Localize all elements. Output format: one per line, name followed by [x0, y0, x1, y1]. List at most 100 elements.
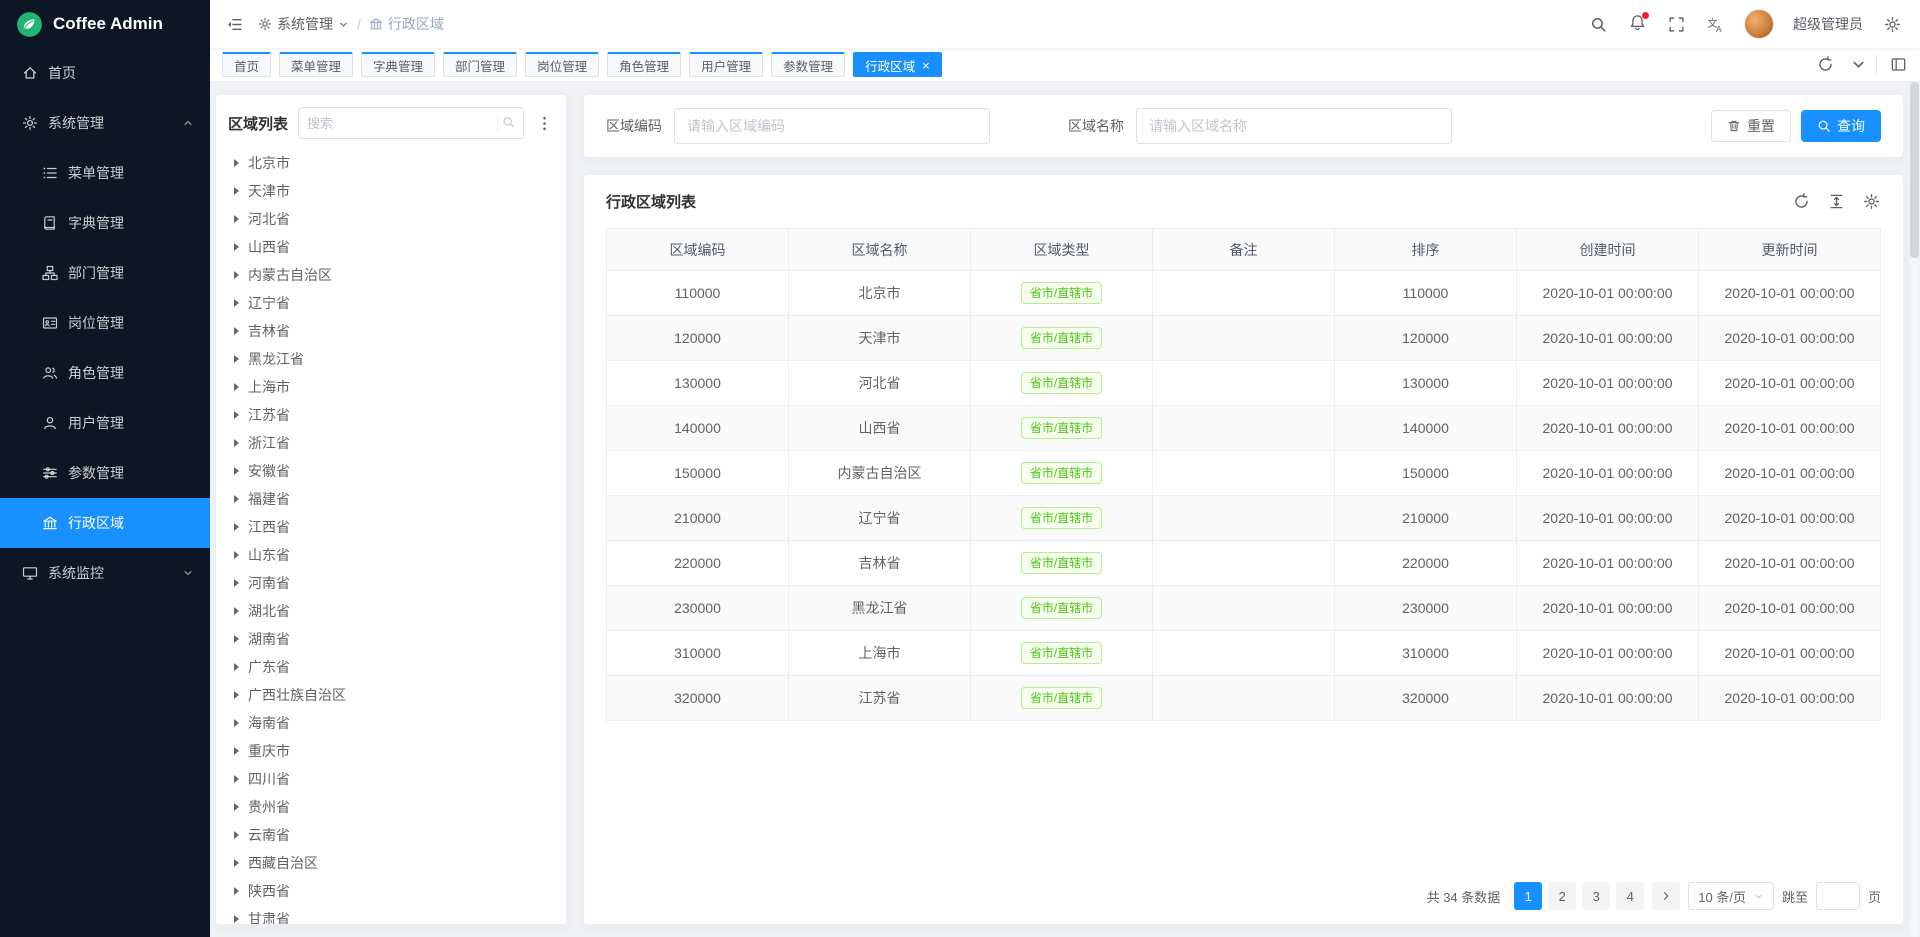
table-row[interactable]: 120000 天津市 省市/直辖市 120000 2020-10-01 00:0… [607, 316, 1881, 361]
reset-button[interactable]: 重置 [1711, 110, 1791, 142]
tree-node[interactable]: 上海市 [228, 373, 554, 401]
sidebar-item[interactable]: 用户管理 [0, 398, 210, 448]
tree-node[interactable]: 湖南省 [228, 625, 554, 653]
sidebar-item[interactable]: 参数管理 [0, 448, 210, 498]
tree-node[interactable]: 广东省 [228, 653, 554, 681]
bell-button[interactable] [1627, 14, 1647, 34]
tree-node[interactable]: 北京市 [228, 149, 554, 177]
tree-node[interactable]: 甘肃省 [228, 905, 554, 924]
tree-node[interactable]: 四川省 [228, 765, 554, 793]
avatar[interactable] [1744, 9, 1774, 39]
tab[interactable]: 岗位管理 [525, 52, 599, 77]
refresh-icon[interactable] [1791, 192, 1811, 212]
cell-region-code: 310000 [607, 631, 789, 676]
close-icon[interactable]: × [922, 59, 930, 72]
column-height-icon[interactable] [1826, 192, 1846, 212]
tab[interactable]: 字典管理 [361, 52, 435, 77]
region-name-input[interactable] [1136, 108, 1452, 144]
sidebar-group-system[interactable]: 系统管理 [0, 98, 210, 148]
page-button[interactable]: 1 [1514, 882, 1542, 910]
tree-node[interactable]: 山西省 [228, 233, 554, 261]
dots-vertical-icon[interactable] [534, 113, 554, 133]
sidebar-collapse-icon[interactable] [224, 14, 244, 34]
username[interactable]: 超级管理员 [1793, 14, 1863, 34]
gear-icon[interactable] [1861, 192, 1881, 212]
tree-node[interactable]: 河南省 [228, 569, 554, 597]
search-icon[interactable] [1588, 14, 1608, 34]
sidebar-item[interactable]: 角色管理 [0, 348, 210, 398]
column-header[interactable]: 排序 [1335, 229, 1517, 271]
tree-node[interactable]: 江苏省 [228, 401, 554, 429]
sidebar-item[interactable]: 岗位管理 [0, 298, 210, 348]
table-row[interactable]: 320000 江苏省 省市/直辖市 320000 2020-10-01 00:0… [607, 676, 1881, 721]
translate-icon[interactable]: 文A [1705, 14, 1725, 34]
chevron-down-icon[interactable] [1848, 55, 1868, 75]
tree-node[interactable]: 浙江省 [228, 429, 554, 457]
logo[interactable]: Coffee Admin [0, 0, 210, 48]
column-header[interactable]: 区域名称 [789, 229, 971, 271]
search-button[interactable]: 查询 [1801, 110, 1881, 142]
tree-node[interactable]: 湖北省 [228, 597, 554, 625]
tree-node[interactable]: 吉林省 [228, 317, 554, 345]
sidebar-item-home[interactable]: 首页 [0, 48, 210, 98]
column-header[interactable]: 区域编码 [607, 229, 789, 271]
tree-node[interactable]: 西藏自治区 [228, 849, 554, 877]
table-row[interactable]: 220000 吉林省 省市/直辖市 220000 2020-10-01 00:0… [607, 541, 1881, 586]
tree-node[interactable]: 海南省 [228, 709, 554, 737]
table-row[interactable]: 210000 辽宁省 省市/直辖市 210000 2020-10-01 00:0… [607, 496, 1881, 541]
table-row[interactable]: 310000 上海市 省市/直辖市 310000 2020-10-01 00:0… [607, 631, 1881, 676]
cell-created-time: 2020-10-01 00:00:00 [1517, 631, 1699, 676]
table-row[interactable]: 140000 山西省 省市/直辖市 140000 2020-10-01 00:0… [607, 406, 1881, 451]
page-button[interactable]: 3 [1582, 882, 1610, 910]
scrollbar-thumb[interactable] [1910, 82, 1919, 258]
region-code-input[interactable] [674, 108, 990, 144]
table-row[interactable]: 150000 内蒙古自治区 省市/直辖市 150000 2020-10-01 0… [607, 451, 1881, 496]
tree-node[interactable]: 云南省 [228, 821, 554, 849]
page-button[interactable]: 2 [1548, 882, 1576, 910]
table-row[interactable]: 110000 北京市 省市/直辖市 110000 2020-10-01 00:0… [607, 271, 1881, 316]
tree-node[interactable]: 广西壮族自治区 [228, 681, 554, 709]
tab[interactable]: 部门管理 [443, 52, 517, 77]
refresh-icon[interactable] [1815, 55, 1835, 75]
tab[interactable]: 菜单管理 [279, 52, 353, 77]
settings-gear-icon[interactable] [1882, 14, 1902, 34]
jump-page-input[interactable] [1816, 882, 1860, 910]
monitor-icon [22, 565, 38, 581]
sidebar-item[interactable]: 行政区域 [0, 498, 210, 548]
fullscreen-icon[interactable] [1666, 14, 1686, 34]
tree-node[interactable]: 山东省 [228, 541, 554, 569]
sidebar-item[interactable]: 部门管理 [0, 248, 210, 298]
sidebar-item[interactable]: 菜单管理 [0, 148, 210, 198]
column-header[interactable]: 创建时间 [1517, 229, 1699, 271]
tab[interactable]: 首页 [222, 52, 271, 77]
next-page-button[interactable] [1652, 882, 1680, 910]
column-header[interactable]: 备注 [1153, 229, 1335, 271]
table-row[interactable]: 230000 黑龙江省 省市/直辖市 230000 2020-10-01 00:… [607, 586, 1881, 631]
tab[interactable]: 角色管理 [607, 52, 681, 77]
sidebar-group-monitor[interactable]: 系统监控 [0, 548, 210, 598]
tree-node[interactable]: 重庆市 [228, 737, 554, 765]
tree-node[interactable]: 福建省 [228, 485, 554, 513]
tree-node[interactable]: 安徽省 [228, 457, 554, 485]
search-icon[interactable] [497, 115, 515, 131]
tab[interactable]: 参数管理 [771, 52, 845, 77]
column-header[interactable]: 区域类型 [971, 229, 1153, 271]
page-button[interactable]: 4 [1616, 882, 1644, 910]
tree-search-input[interactable] [307, 116, 497, 131]
tree-node[interactable]: 内蒙古自治区 [228, 261, 554, 289]
tree-node[interactable]: 黑龙江省 [228, 345, 554, 373]
tree-node[interactable]: 天津市 [228, 177, 554, 205]
table-row[interactable]: 130000 河北省 省市/直辖市 130000 2020-10-01 00:0… [607, 361, 1881, 406]
sidebar-item[interactable]: 字典管理 [0, 198, 210, 248]
breadcrumb-section[interactable]: 系统管理 [258, 14, 349, 34]
column-header[interactable]: 更新时间 [1699, 229, 1881, 271]
tree-node[interactable]: 河北省 [228, 205, 554, 233]
tab[interactable]: 行政区域 × [853, 52, 942, 77]
tab[interactable]: 用户管理 [689, 52, 763, 77]
tree-node[interactable]: 江西省 [228, 513, 554, 541]
tree-node[interactable]: 贵州省 [228, 793, 554, 821]
expand-layout-icon[interactable] [1888, 55, 1908, 75]
tree-node[interactable]: 辽宁省 [228, 289, 554, 317]
tree-node[interactable]: 陕西省 [228, 877, 554, 905]
page-size-select[interactable]: 10 条/页 [1688, 882, 1774, 910]
